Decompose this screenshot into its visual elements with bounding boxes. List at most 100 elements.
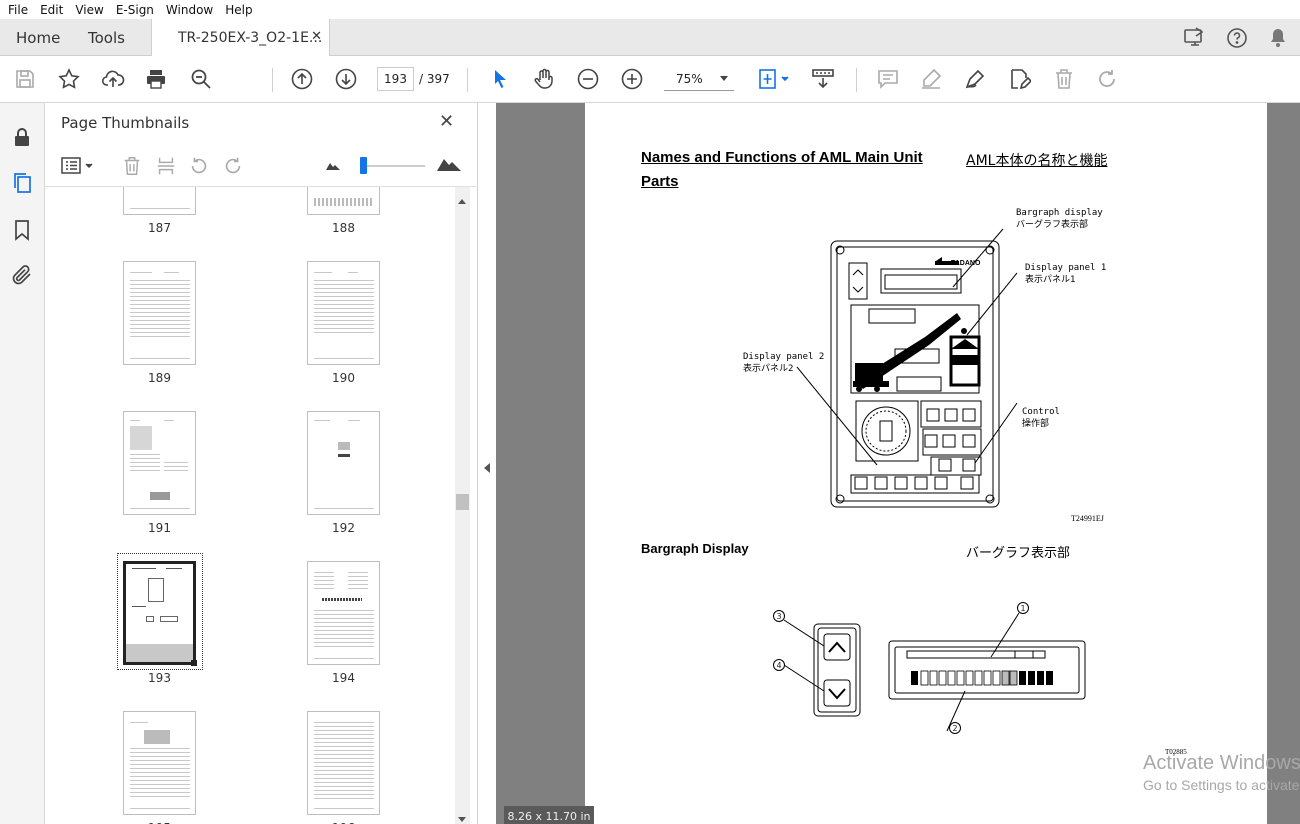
tab-tools[interactable]: Tools <box>88 19 125 56</box>
bell-icon[interactable] <box>1266 26 1290 50</box>
scrollbar-thumb[interactable] <box>456 494 469 510</box>
fit-page-icon[interactable] <box>755 66 791 92</box>
draw-pen-icon[interactable] <box>962 66 988 92</box>
delete-page-icon[interactable] <box>121 154 143 178</box>
search-zoom-icon[interactable] <box>188 66 214 92</box>
bargraph-display-figure <box>783 612 1086 732</box>
section-heading-english: Bargraph Display <box>641 541 749 556</box>
highlight-pen-icon[interactable] <box>918 66 944 92</box>
callout-panel1-jp: 表示パネル1 <box>1025 275 1076 285</box>
thumbnail-page-187[interactable] <box>123 187 196 215</box>
menu-esign[interactable]: E-Sign <box>110 3 160 17</box>
thumbnail-options-icon[interactable] <box>60 155 96 177</box>
thumbnail-label: 193 <box>148 671 171 685</box>
menu-edit[interactable]: Edit <box>34 3 69 17</box>
scroll-up-arrow-icon[interactable] <box>458 199 466 204</box>
thumbnail-label: 189 <box>148 371 171 385</box>
scroll-mode-icon[interactable] <box>810 66 836 92</box>
menu-view[interactable]: View <box>69 3 109 17</box>
aml-main-unit-figure: TADANO <box>796 228 1018 508</box>
thumbnail-page-188[interactable] <box>307 187 380 215</box>
thumbnail-size-knob[interactable] <box>360 157 367 174</box>
help-icon[interactable] <box>1225 26 1249 50</box>
callout-panel1-en: Display panel 1 <box>1025 263 1107 273</box>
close-panel-icon[interactable]: ✕ <box>439 111 454 132</box>
extract-page-icon[interactable] <box>155 154 177 178</box>
main-toolbar: 193 / 397 75% <box>0 56 1300 103</box>
save-icon[interactable] <box>12 66 38 92</box>
redo-icon[interactable] <box>1094 66 1120 92</box>
rotate-right-icon[interactable] <box>222 154 244 178</box>
pdf-page: Names and Functions of AML Main Unit Par… <box>585 103 1267 824</box>
heading-japanese: AML本体の名称と機能 <box>966 153 1108 169</box>
zoom-in-icon[interactable] <box>619 66 645 92</box>
thumbnail-label: 191 <box>148 521 171 535</box>
document-viewport[interactable]: Names and Functions of AML Main Unit Par… <box>496 103 1300 824</box>
panel-divider[interactable] <box>478 103 496 824</box>
page-number-input[interactable]: 193 <box>377 67 414 91</box>
upload-cloud-icon[interactable] <box>100 66 126 92</box>
thumbnail-size-slider[interactable] <box>363 165 425 167</box>
zoom-level-select[interactable]: 75% <box>664 67 734 91</box>
star-icon[interactable] <box>56 66 82 92</box>
callout-control-en: Control <box>1022 407 1060 417</box>
figure1-code: T24991EJ <box>1071 514 1104 523</box>
thumbnail-page-194[interactable] <box>307 561 380 665</box>
thumbnail-page-189[interactable] <box>123 261 196 365</box>
thumbnail-page-196[interactable] <box>307 711 380 815</box>
callout-number-2: 2 <box>949 722 961 734</box>
thumbnail-page-193[interactable] <box>123 561 197 666</box>
page-total: / 397 <box>419 72 450 86</box>
thumbnail-label: 192 <box>332 521 355 535</box>
previous-page-icon[interactable] <box>289 66 315 92</box>
section-heading-japanese: バーグラフ表示部 <box>966 546 1071 561</box>
large-mountain-icon <box>437 154 461 172</box>
thumbnail-scrollbar[interactable] <box>455 187 470 824</box>
small-mountain-icon <box>326 159 340 171</box>
hand-tool-icon[interactable] <box>531 66 557 92</box>
thumbnail-page-191[interactable] <box>123 411 196 515</box>
attachment-icon[interactable] <box>10 263 34 287</box>
thumbnail-page-195[interactable] <box>123 711 196 815</box>
select-arrow-icon[interactable] <box>487 66 513 92</box>
callout-panel2-jp: 表示パネル2 <box>743 364 794 374</box>
windows-activation-watermark: Activate Windows Go to Settings to activ… <box>1143 752 1300 793</box>
page-size-badge: 8.26 x 11.70 in <box>504 806 594 824</box>
collapse-panel-icon[interactable] <box>484 463 490 473</box>
left-rail <box>0 103 45 824</box>
thumbnail-page-190[interactable] <box>307 261 380 365</box>
share-screen-icon[interactable] <box>1182 26 1206 50</box>
page-thumbnails-icon[interactable] <box>10 171 34 195</box>
heading-english-line2: Parts <box>641 173 679 190</box>
watermark-line1: Activate Windows <box>1143 752 1300 774</box>
rotate-left-icon[interactable] <box>188 154 210 178</box>
callout-panel2-en: Display panel 2 <box>743 352 825 362</box>
edit-text-icon[interactable] <box>1006 66 1032 92</box>
menu-bar: File Edit View E-Sign Window Help <box>0 0 1300 19</box>
chevron-down-icon <box>720 76 728 81</box>
thumbnail-label: 194 <box>332 671 355 685</box>
menu-window[interactable]: Window <box>160 3 219 17</box>
next-page-icon[interactable] <box>333 66 359 92</box>
tab-document[interactable]: TR-250EX-3_O2-1E... ✕ <box>151 19 330 57</box>
tab-home[interactable]: Home <box>16 19 60 56</box>
thumbnail-toolbar <box>45 143 478 187</box>
comment-icon[interactable] <box>875 66 901 92</box>
page-total-value: 397 <box>426 72 450 86</box>
trash-icon[interactable] <box>1051 66 1077 92</box>
lock-icon[interactable] <box>10 125 34 149</box>
thumbnail-grid: 187 188 189 190 191 192 193 194 <box>45 187 455 824</box>
close-tab-icon[interactable]: ✕ <box>311 29 322 44</box>
scroll-down-arrow-icon[interactable] <box>458 817 466 822</box>
thumbnail-page-192[interactable] <box>307 411 380 515</box>
callout-number-3: 3 <box>773 610 785 622</box>
callout-control-jp: 操作部 <box>1022 419 1050 429</box>
zoom-out-icon[interactable] <box>575 66 601 92</box>
menu-file[interactable]: File <box>2 3 34 17</box>
thumbnail-label: 188 <box>332 221 355 235</box>
bookmark-icon[interactable] <box>10 218 34 242</box>
print-icon[interactable] <box>143 66 169 92</box>
callout-bargraph-en: Bargraph display <box>1016 208 1103 218</box>
zoom-level-value: 75% <box>676 71 703 86</box>
menu-help[interactable]: Help <box>219 3 258 17</box>
